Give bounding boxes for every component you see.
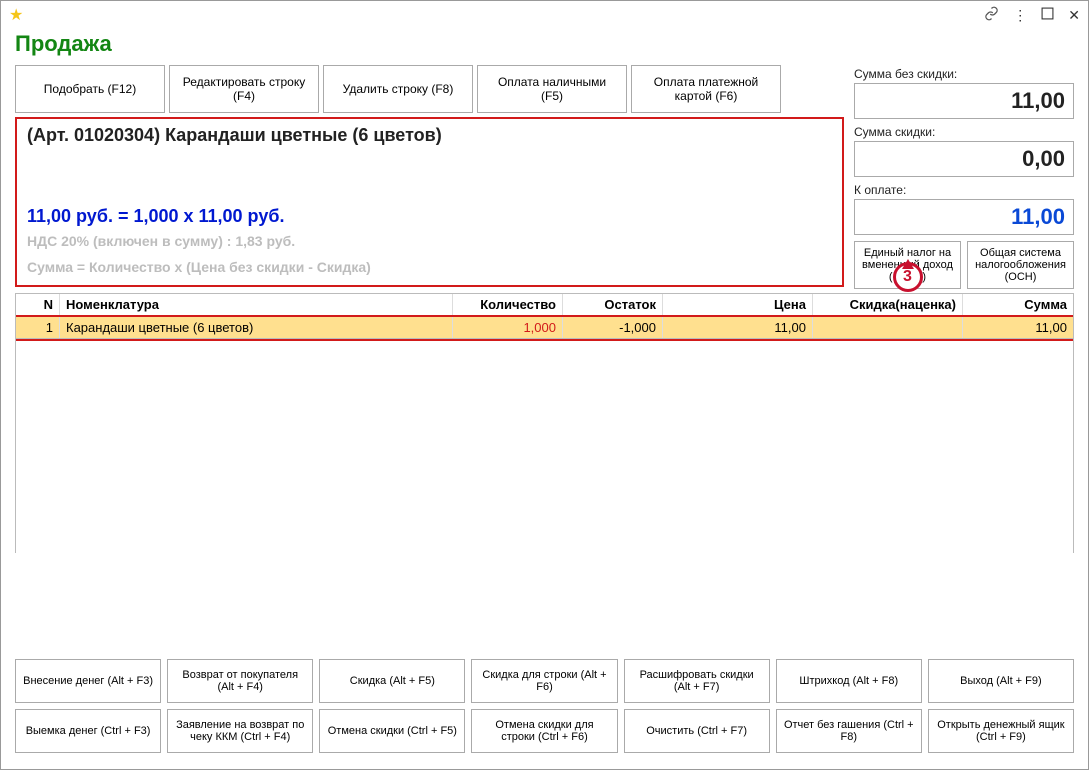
items-grid[interactable]: N Номенклатура Количество Остаток Цена С… — [15, 293, 1074, 553]
favorite-star-icon[interactable]: ★ — [9, 5, 23, 25]
exit-button[interactable]: Выход (Alt + F9) — [928, 659, 1074, 703]
more-icon[interactable]: ⋮ — [1013, 7, 1027, 24]
pay-card-button[interactable]: Оплата платежной картой (F6) — [631, 65, 781, 113]
tax-envd-button[interactable]: Единый налог на вмененный доход (ЕНВД) 3 — [854, 241, 961, 289]
maximize-icon[interactable] — [1041, 7, 1054, 23]
cell-rest: -1,000 — [563, 317, 663, 338]
cell-n: 1 — [16, 317, 60, 338]
cancel-discount-button[interactable]: Отмена скидки (Ctrl + F5) — [319, 709, 465, 753]
page-title: Продажа — [1, 29, 1088, 65]
discount-button[interactable]: Скидка (Alt + F5) — [319, 659, 465, 703]
grid-header-row: N Номенклатура Количество Остаток Цена С… — [16, 294, 1073, 317]
return-button[interactable]: Возврат от покупателя (Alt + F4) — [167, 659, 313, 703]
close-icon[interactable]: ✕ — [1068, 7, 1080, 24]
deposit-button[interactable]: Внесение денег (Alt + F3) — [15, 659, 161, 703]
sum-discount-value: 0,00 — [854, 141, 1074, 177]
discount-row-button[interactable]: Скидка для строки (Alt + F6) — [471, 659, 617, 703]
cell-sum: 11,00 — [963, 317, 1073, 338]
withdraw-button[interactable]: Выемка денег (Ctrl + F3) — [15, 709, 161, 753]
col-price: Цена — [663, 294, 813, 316]
open-drawer-button[interactable]: Открыть денежный ящик (Ctrl + F9) — [928, 709, 1074, 753]
col-rest: Остаток — [563, 294, 663, 316]
explain-discounts-button[interactable]: Расшифровать скидки (Alt + F7) — [624, 659, 770, 703]
item-title: (Арт. 01020304) Карандаши цветные (6 цве… — [27, 125, 832, 146]
kkm-return-button[interactable]: Заявление на возврат по чеку ККМ (Ctrl +… — [167, 709, 313, 753]
cell-qty[interactable]: 1,000 — [453, 317, 563, 338]
cell-price[interactable]: 11,00 — [663, 317, 813, 338]
pick-button[interactable]: Подобрать (F12) — [15, 65, 165, 113]
cancel-discount-row-button[interactable]: Отмена скидки для строки (Ctrl + F6) — [471, 709, 617, 753]
edit-row-button[interactable]: Редактировать строку (F4) — [169, 65, 319, 113]
sum-total-label: К оплате: — [854, 183, 1074, 197]
tax-osn-button[interactable]: Общая система налогообложения (ОСН) — [967, 241, 1074, 289]
col-disc: Скидка(наценка) — [813, 294, 963, 316]
link-icon[interactable] — [984, 6, 999, 24]
grid-row[interactable]: 1 Карандаши цветные (6 цветов) 1,000 -1,… — [16, 317, 1073, 339]
sum-discount-label: Сумма скидки: — [854, 125, 1074, 139]
col-n: N — [16, 294, 60, 316]
clear-button[interactable]: Очистить (Ctrl + F7) — [624, 709, 770, 753]
sum-no-discount-value: 11,00 — [854, 83, 1074, 119]
item-vat-line: НДС 20% (включен в сумму) : 1,83 руб. — [27, 233, 832, 249]
callout-badge: 3 — [893, 262, 923, 292]
sum-no-discount-label: Сумма без скидки: — [854, 67, 1074, 81]
delete-row-button[interactable]: Удалить строку (F8) — [323, 65, 473, 113]
pay-cash-button[interactable]: Оплата наличными (F5) — [477, 65, 627, 113]
col-qty: Количество — [453, 294, 563, 316]
sum-total-value: 11,00 — [854, 199, 1074, 235]
item-formula: Сумма = Количество x (Цена без скидки - … — [27, 259, 832, 275]
barcode-button[interactable]: Штрихкод (Alt + F8) — [776, 659, 922, 703]
col-sum: Сумма — [963, 294, 1073, 316]
cell-name: Карандаши цветные (6 цветов) — [60, 317, 453, 338]
item-price-line: 11,00 руб. = 1,000 x 11,00 руб. — [27, 206, 832, 227]
xreport-button[interactable]: Отчет без гашения (Ctrl + F8) — [776, 709, 922, 753]
col-name: Номенклатура — [60, 294, 453, 316]
cell-disc[interactable] — [813, 317, 963, 338]
item-info-panel: (Арт. 01020304) Карандаши цветные (6 цве… — [15, 117, 844, 287]
